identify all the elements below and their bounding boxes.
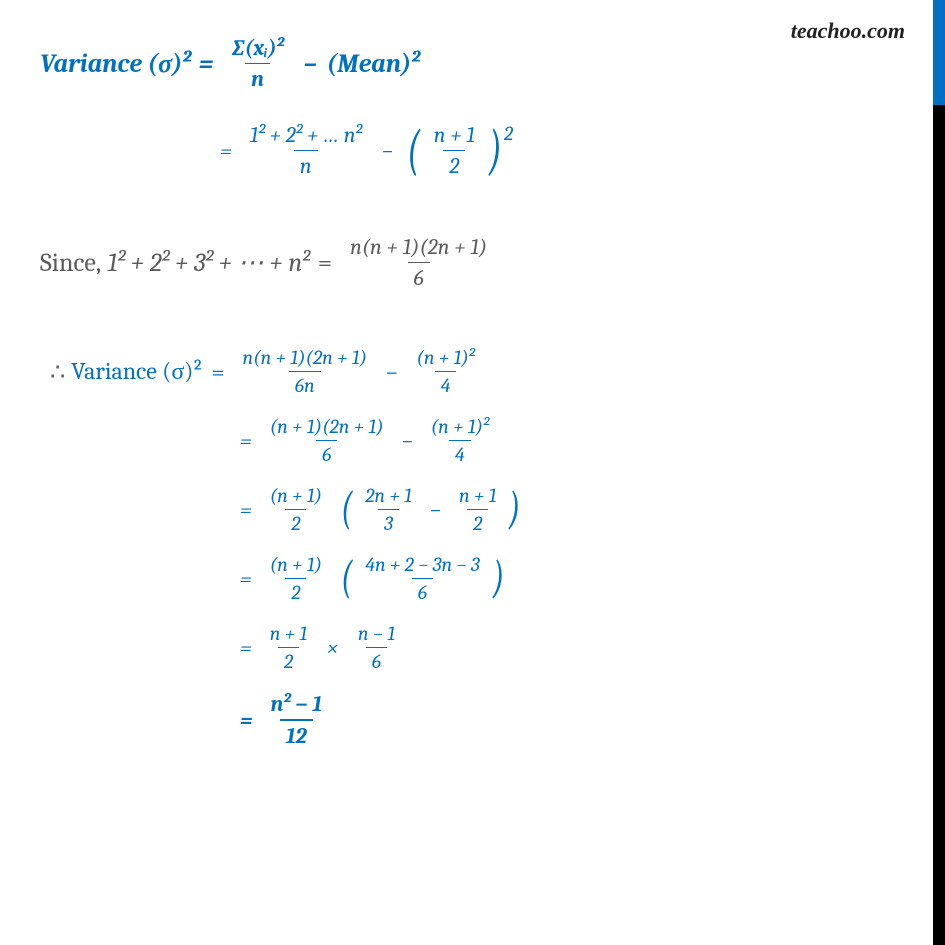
equals: = [240,497,252,523]
frac-outer: (n + 1) 2 [264,484,328,535]
since-label: Since, [40,248,101,278]
since-formula: Since, 1² + 2² + 3² + ⋯ + n² = n(n + 1)(… [40,234,895,291]
therefore-symbol: ∴ [50,358,65,386]
equals: = [240,635,252,661]
frac-final: n² − 1 12 [265,691,329,749]
frac-b: (n + 1)² 4 [425,415,495,466]
times: × [327,635,338,661]
exponent-2: 2 [504,122,513,145]
accent-bar-black [933,105,945,945]
equals: = [220,138,232,164]
equals: = [240,566,252,592]
equals: = [318,248,332,278]
minus: − [385,358,398,386]
equals: = [240,707,253,733]
equals: = [199,49,214,79]
frac-b: (n + 1)² 4 [410,346,480,397]
accent-bar-blue [933,0,945,105]
final-result: = n² − 1 12 [240,691,895,749]
sum-squares-lhs: 1² + 2² + 3² + ⋯ + n² [107,248,310,278]
step-7: = n + 1 2 × n − 1 6 [240,622,895,673]
equals: = [211,358,224,386]
paren-group: ( 2n + 1 3 − n + 1 2 ) [338,484,524,535]
fraction-squares-n: 1² + 2² + … n² n [244,122,368,179]
frac-b: n − 1 6 [352,622,401,673]
minus: – [304,49,317,79]
minus: − [382,138,393,164]
variance-definition: Variance (σ)² = ∑(xᵢ)² n – (Mean)² [40,35,895,92]
minus: − [430,497,441,523]
sum-squares-formula: n(n + 1)(2n + 1) 6 [344,234,493,291]
mean-squared: (Mean)² [327,49,420,79]
brand-watermark: teachoo.com [791,18,905,44]
equals: = [240,428,252,454]
variance-label-2: Variance (σ)² [71,357,203,386]
frac-a: n + 1 2 [264,622,314,673]
minus: − [402,428,413,454]
paren-group: ( 4n + 2 − 3n − 3 6 ) [338,553,507,604]
therefore-variance: ∴ Variance (σ)² = n(n + 1)(2n + 1) 6n − … [50,346,895,397]
step-6: = (n + 1) 2 ( 4n + 2 − 3n − 3 6 ) [240,553,895,604]
frac-outer: (n + 1) 2 [264,553,328,604]
paren-mean: ( n + 1 2 ) [403,122,506,179]
variance-expanded: = 1² + 2² + … n² n − ( n + 1 2 ) 2 [220,122,895,179]
step-4: = (n + 1)(2n + 1) 6 − (n + 1)² 4 [240,415,895,466]
variance-label: Variance (σ)² [40,49,191,79]
step-5: = (n + 1) 2 ( 2n + 1 3 − n + 1 2 ) [240,484,895,535]
fraction-sumxi2-n: ∑(xᵢ)² n [226,35,290,92]
frac-a: n(n + 1)(2n + 1) 6n [236,346,373,397]
frac-a: (n + 1)(2n + 1) 6 [264,415,390,466]
